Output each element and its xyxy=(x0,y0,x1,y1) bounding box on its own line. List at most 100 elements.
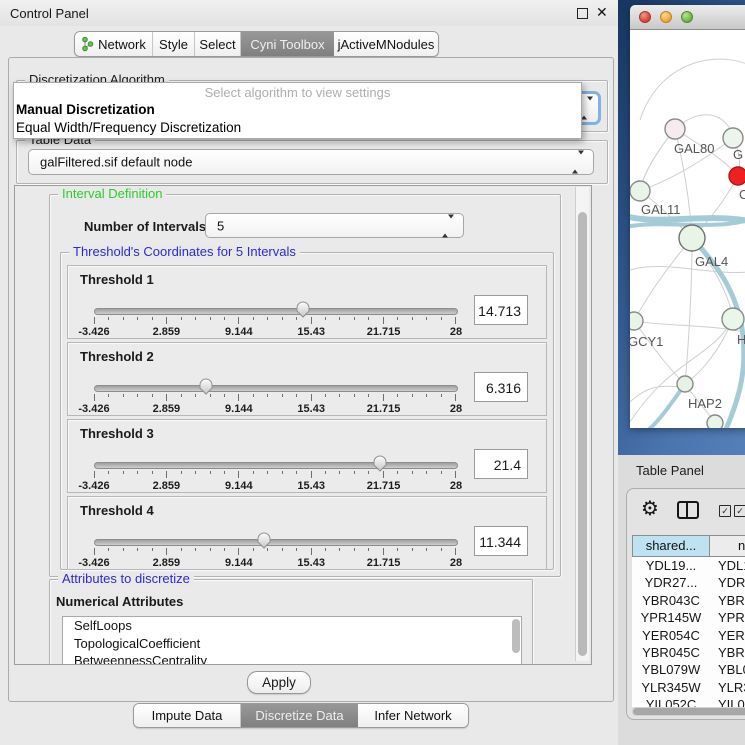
tick-mark xyxy=(108,471,109,474)
node-label: HAP2 xyxy=(688,396,722,411)
network-node[interactable] xyxy=(630,181,650,201)
network-node[interactable] xyxy=(677,376,693,392)
table-row[interactable]: YPR145WYPR1 xyxy=(632,609,745,626)
column-header[interactable]: na xyxy=(710,535,745,557)
list-item[interactable]: SelfLoops xyxy=(63,617,521,635)
attributes-groupbox: Attributes to discretize Numerical Attri… xyxy=(49,579,533,665)
network-node[interactable] xyxy=(707,415,723,428)
cell-shared-name: YDL19... xyxy=(632,557,710,574)
tick-mark xyxy=(325,317,326,320)
network-node[interactable] xyxy=(722,308,744,330)
scrollbar-thumb[interactable] xyxy=(578,212,587,656)
table-row[interactable]: YBR043CYBR0 xyxy=(632,592,745,609)
tick-mark xyxy=(210,317,211,320)
num-intervals-combobox[interactable]: 5 xyxy=(205,213,464,238)
scale-label: 21.715 xyxy=(367,403,401,415)
algorithm-option-manual[interactable]: Manual Discretization xyxy=(14,101,581,119)
threshold-value-field[interactable]: 14.713 xyxy=(474,295,528,325)
table-row[interactable]: YBL079WYBL0 xyxy=(632,661,745,678)
tab-network[interactable]: Network xyxy=(75,32,153,56)
table-row[interactable]: YBR045CYBR0 xyxy=(632,644,745,661)
network-window-titlebar[interactable] xyxy=(630,5,745,30)
slider-track[interactable] xyxy=(94,385,458,392)
threshold-value-field[interactable]: 6.316 xyxy=(474,372,528,402)
table-horizontal-scrollbar[interactable] xyxy=(632,707,745,716)
tab-label: Infer Network xyxy=(374,708,451,723)
tab-infer-network[interactable]: Infer Network xyxy=(358,704,468,727)
tab-discretize-data[interactable]: Discretize Data xyxy=(241,704,358,727)
table-row[interactable]: YDR27...YDR2 xyxy=(632,574,745,591)
slider-track[interactable] xyxy=(94,308,458,315)
network-view-window[interactable]: GAL80GCGAL11GAL4GCY1HHAP2 xyxy=(630,5,745,428)
threshold-box: Threshold 1-3.4262.8599.14415.4321.71528… xyxy=(67,265,547,339)
cell-name: YDL1 xyxy=(710,557,745,574)
slider-track[interactable] xyxy=(94,539,458,546)
tick-mark xyxy=(267,317,268,320)
tab-style[interactable]: Style xyxy=(153,32,195,56)
float-window-icon[interactable] xyxy=(577,8,588,19)
scrollbar-thumb[interactable] xyxy=(633,708,745,715)
network-node[interactable] xyxy=(665,119,685,139)
table-row[interactable]: YER054CYER0 xyxy=(632,627,745,644)
checkbox-icon[interactable]: ✓ xyxy=(719,505,731,517)
close-icon[interactable]: ✕ xyxy=(596,4,608,21)
settings-scrollbar[interactable] xyxy=(575,187,589,661)
close-traffic-light-icon[interactable] xyxy=(639,11,651,23)
checkbox-icon[interactable]: ✓ xyxy=(734,505,745,517)
slider-thumb[interactable] xyxy=(295,300,311,319)
tick-mark xyxy=(282,394,283,397)
attributes-listbox[interactable]: SelfLoopsTopologicalCoefficientBetweenne… xyxy=(62,616,522,665)
network-canvas[interactable]: GAL80GCGAL11GAL4GCY1HHAP2 xyxy=(630,30,745,428)
tick-mark xyxy=(426,394,427,397)
attributes-scrollbar[interactable] xyxy=(512,619,520,653)
combo-arrows-icon xyxy=(572,155,584,170)
slider-track[interactable] xyxy=(94,462,458,469)
threshold-slider[interactable]: -3.4262.8599.14415.4321.71528 xyxy=(94,300,456,340)
tick-mark xyxy=(412,317,413,320)
table-panel-title: Table Panel xyxy=(636,463,704,478)
algorithm-dropdown-popup: Select algorithm to view settings Manual… xyxy=(13,82,582,139)
apply-button[interactable]: Apply xyxy=(247,671,311,694)
tab-impute-data[interactable]: Impute Data xyxy=(134,704,241,727)
table-row[interactable]: YIL052CYIL0 xyxy=(632,696,745,707)
network-graph: GAL80GCGAL11GAL4GCY1HHAP2 xyxy=(630,30,745,428)
tick-mark xyxy=(137,471,138,474)
algorithm-hint-item[interactable]: Select algorithm to view settings xyxy=(14,83,581,101)
gear-icon[interactable]: ⚙ xyxy=(641,497,659,519)
network-node[interactable] xyxy=(679,225,705,251)
zoom-traffic-light-icon[interactable] xyxy=(681,11,693,23)
cell-shared-name: YDR27... xyxy=(632,574,710,591)
tick-mark xyxy=(354,471,355,474)
tick-mark xyxy=(325,394,326,397)
threshold-slider[interactable]: -3.4262.8599.14415.4321.71528 xyxy=(94,377,456,417)
network-icon xyxy=(81,36,94,52)
tick-mark xyxy=(123,548,124,551)
table-data-combobox[interactable]: galFiltered.sif default node xyxy=(28,149,594,175)
threshold-value-field[interactable]: 11.344 xyxy=(474,526,528,556)
network-node[interactable] xyxy=(729,167,745,185)
network-node[interactable] xyxy=(723,128,743,148)
bottom-tab-bar: Impute DataDiscretize Data Infer Network xyxy=(133,703,469,728)
list-item[interactable]: BetweennessCentrality xyxy=(63,652,521,665)
threshold-slider[interactable]: -3.4262.8599.14415.4321.71528 xyxy=(94,531,456,571)
tick-mark xyxy=(311,394,312,401)
split-table-icon[interactable] xyxy=(677,501,699,519)
table-row[interactable]: YDL19...YDL1 xyxy=(632,557,745,574)
network-node[interactable] xyxy=(630,312,643,330)
table-browser: ⚙ ✓ ✓ shared...na YDL19...YDL1YDR27...YD… xyxy=(626,488,745,720)
tab-cyni-toolbox[interactable]: Cyni Toolbox xyxy=(241,32,334,56)
threshold-value-field[interactable]: 21.4 xyxy=(474,449,528,479)
tick-mark xyxy=(94,394,95,401)
threshold-slider[interactable]: -3.4262.8599.14415.4321.71528 xyxy=(94,454,456,494)
tab-jactivemnodules[interactable]: jActiveMNodules xyxy=(334,32,438,56)
column-header[interactable]: shared... xyxy=(632,535,710,557)
minimize-traffic-light-icon[interactable] xyxy=(660,11,672,23)
algorithm-option-equal-width[interactable]: Equal Width/Frequency Discretization xyxy=(14,119,581,137)
slider-thumb[interactable] xyxy=(372,454,388,473)
tick-mark xyxy=(166,317,167,324)
slider-thumb[interactable] xyxy=(256,531,272,550)
table-row[interactable]: YLR345WYLR3 xyxy=(632,679,745,696)
list-item[interactable]: TopologicalCoefficient xyxy=(63,635,521,653)
slider-thumb[interactable] xyxy=(198,377,214,396)
tab-select[interactable]: Select xyxy=(195,32,241,56)
